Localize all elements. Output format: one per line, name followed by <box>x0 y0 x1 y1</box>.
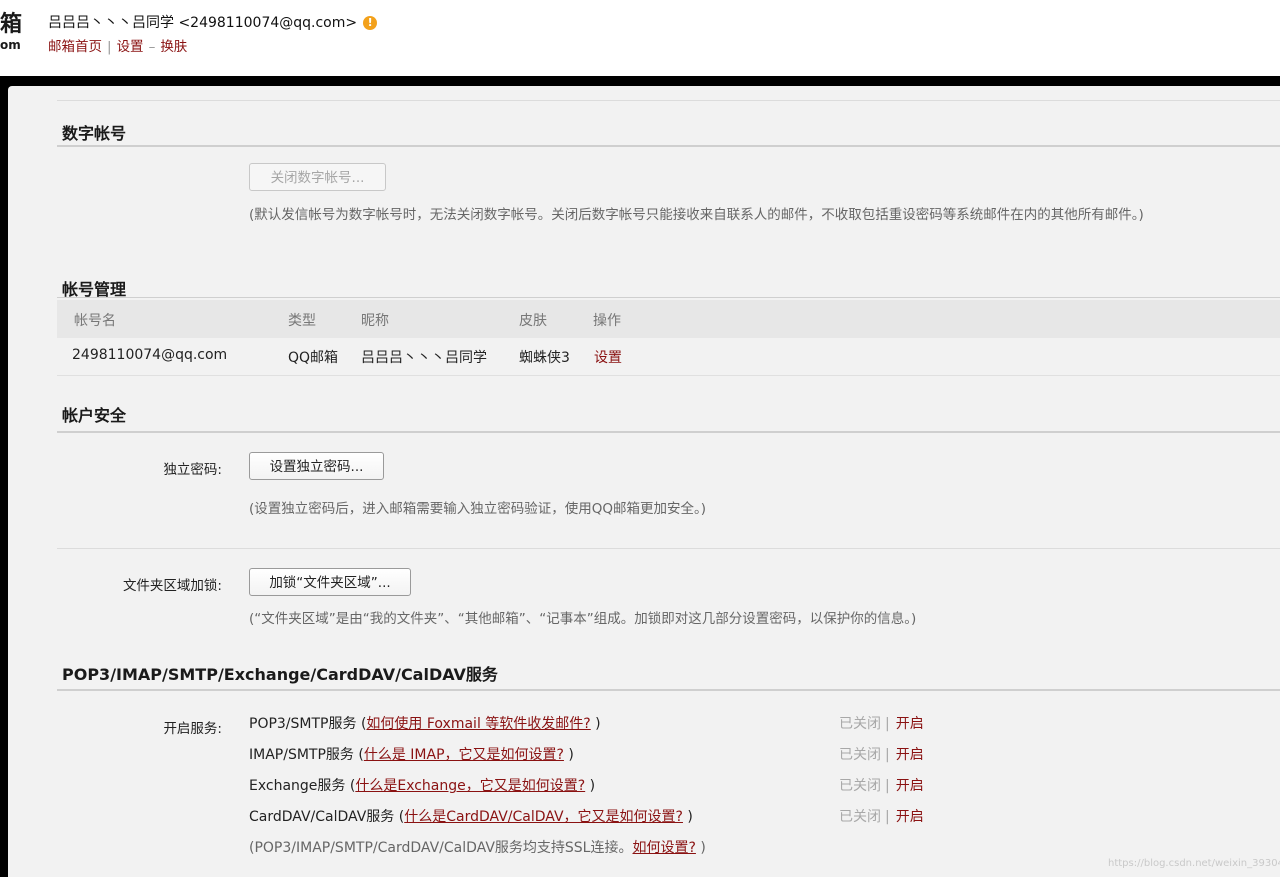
status-closed: 已关闭 <box>839 778 881 794</box>
status-closed: 已关闭 <box>839 716 881 732</box>
service-help-link[interactable]: 如何使用 Foxmail 等软件收发邮件? <box>366 716 590 732</box>
close-digital-account-button[interactable]: 关闭数字帐号... <box>249 163 386 191</box>
user-identity: 吕吕吕丶丶丶吕同学 <2498110074@qq.com>! <box>48 12 378 32</box>
service-pop3-smtp: POP3/SMTP服务 (如何使用 Foxmail 等软件收发邮件? ) <box>249 716 601 732</box>
section-rule <box>57 431 1280 433</box>
change-skin-link[interactable]: 换肤 <box>160 39 187 55</box>
service-carddav-caldav: CardDAV/CalDAV服务 (什么是CardDAV/CalDAV，它又是如… <box>249 809 693 825</box>
enable-pop3-smtp-link[interactable]: 开启 <box>896 716 924 732</box>
service-help-link[interactable]: 什么是CardDAV/CalDAV，它又是如何设置? <box>404 809 683 825</box>
section-rule <box>57 145 1280 147</box>
lock-folder-area-button[interactable]: 加锁“文件夹区域”... <box>249 568 411 596</box>
service-name: CardDAV/CalDAV服务 <box>249 809 395 825</box>
column-nickname: 昵称 <box>361 313 389 329</box>
warning-icon[interactable]: ! <box>363 16 378 30</box>
divider <box>57 548 1280 549</box>
service-name: POP3/SMTP服务 <box>249 716 357 732</box>
folder-lock-note: (“文件夹区域”是由“我的文件夹”、“其他邮箱”、“记事本”组成。加锁即对这几部… <box>249 611 917 627</box>
service-help-link[interactable]: 什么是Exchange，它又是如何设置? <box>355 778 585 794</box>
nav-divider: | <box>107 39 112 55</box>
settings-link[interactable]: 设置 <box>117 39 144 55</box>
service-status: 已关闭 | 开启 <box>839 716 924 732</box>
enable-exchange-link[interactable]: 开启 <box>896 778 924 794</box>
logo-suffix: om <box>0 38 21 52</box>
status-closed: 已关闭 <box>839 747 881 763</box>
account-name: 2498110074@qq.com <box>72 347 228 363</box>
column-action: 操作 <box>593 313 621 329</box>
set-independent-password-button[interactable]: 设置独立密码... <box>249 452 384 480</box>
ssl-note: (POP3/IMAP/SMTP/CardDAV/CalDAV服务均支持SSL连接… <box>249 840 706 856</box>
top-nav: 邮箱首页 | 设置 – 换肤 <box>48 35 187 55</box>
service-help-link[interactable]: 什么是 IMAP，它又是如何设置? <box>364 747 564 763</box>
service-status: 已关闭 | 开启 <box>839 778 924 794</box>
service-imap-smtp: IMAP/SMTP服务 (什么是 IMAP，它又是如何设置? ) <box>249 747 574 763</box>
column-type: 类型 <box>288 313 316 329</box>
account-security-title: 帐户安全 <box>62 406 127 425</box>
independent-password-note: (设置独立密码后，进入邮箱需要输入独立密码验证，使用QQ邮箱更加安全。) <box>249 501 707 517</box>
user-display: 吕吕吕丶丶丶吕同学 <2498110074@qq.com> <box>48 15 358 31</box>
logo-char: 箱 <box>0 12 23 37</box>
column-skin: 皮肤 <box>519 313 547 329</box>
account-type: QQ邮箱 <box>288 350 339 366</box>
section-rule <box>57 297 1280 298</box>
digital-account-title: 数字帐号 <box>62 124 127 143</box>
folder-lock-label: 文件夹区域加锁: <box>122 578 222 594</box>
row-rule <box>57 375 1280 376</box>
column-account: 帐号名 <box>74 313 116 329</box>
service-name: Exchange服务 <box>249 778 346 794</box>
section-rule <box>57 689 1280 691</box>
enable-carddav-caldav-link[interactable]: 开启 <box>896 809 924 825</box>
enable-services-label: 开启服务: <box>163 721 222 737</box>
digital-account-note: (默认发信帐号为数字帐号时，无法关闭数字帐号。关闭后数字帐号只能接收来自联系人的… <box>249 207 1144 223</box>
mailbox-home-link[interactable]: 邮箱首页 <box>48 39 102 55</box>
account-table-header: 帐号名 类型 昵称 皮肤 操作 <box>57 300 1280 338</box>
service-status: 已关闭 | 开启 <box>839 809 924 825</box>
ssl-help-link[interactable]: 如何设置? <box>632 840 695 856</box>
watermark: https://blog.csdn.net/weixin_39304717 <box>1108 858 1280 869</box>
nav-dash: – <box>148 39 156 55</box>
independent-password-label: 独立密码: <box>163 462 222 478</box>
service-status: 已关闭 | 开启 <box>839 747 924 763</box>
services-title: POP3/IMAP/SMTP/Exchange/CardDAV/CalDAV服务 <box>62 665 498 684</box>
account-skin: 蜘蛛侠3 <box>519 350 570 366</box>
account-nickname: 吕吕吕丶丶丶吕同学 <box>361 350 487 366</box>
enable-imap-smtp-link[interactable]: 开启 <box>896 747 924 763</box>
account-settings-link[interactable]: 设置 <box>594 347 622 367</box>
status-closed: 已关闭 <box>839 809 881 825</box>
mailbox-logo: 箱 om <box>0 12 24 52</box>
service-exchange: Exchange服务 (什么是Exchange，它又是如何设置? ) <box>249 778 596 794</box>
service-name: IMAP/SMTP服务 <box>249 747 354 763</box>
top-divider <box>57 100 1280 101</box>
